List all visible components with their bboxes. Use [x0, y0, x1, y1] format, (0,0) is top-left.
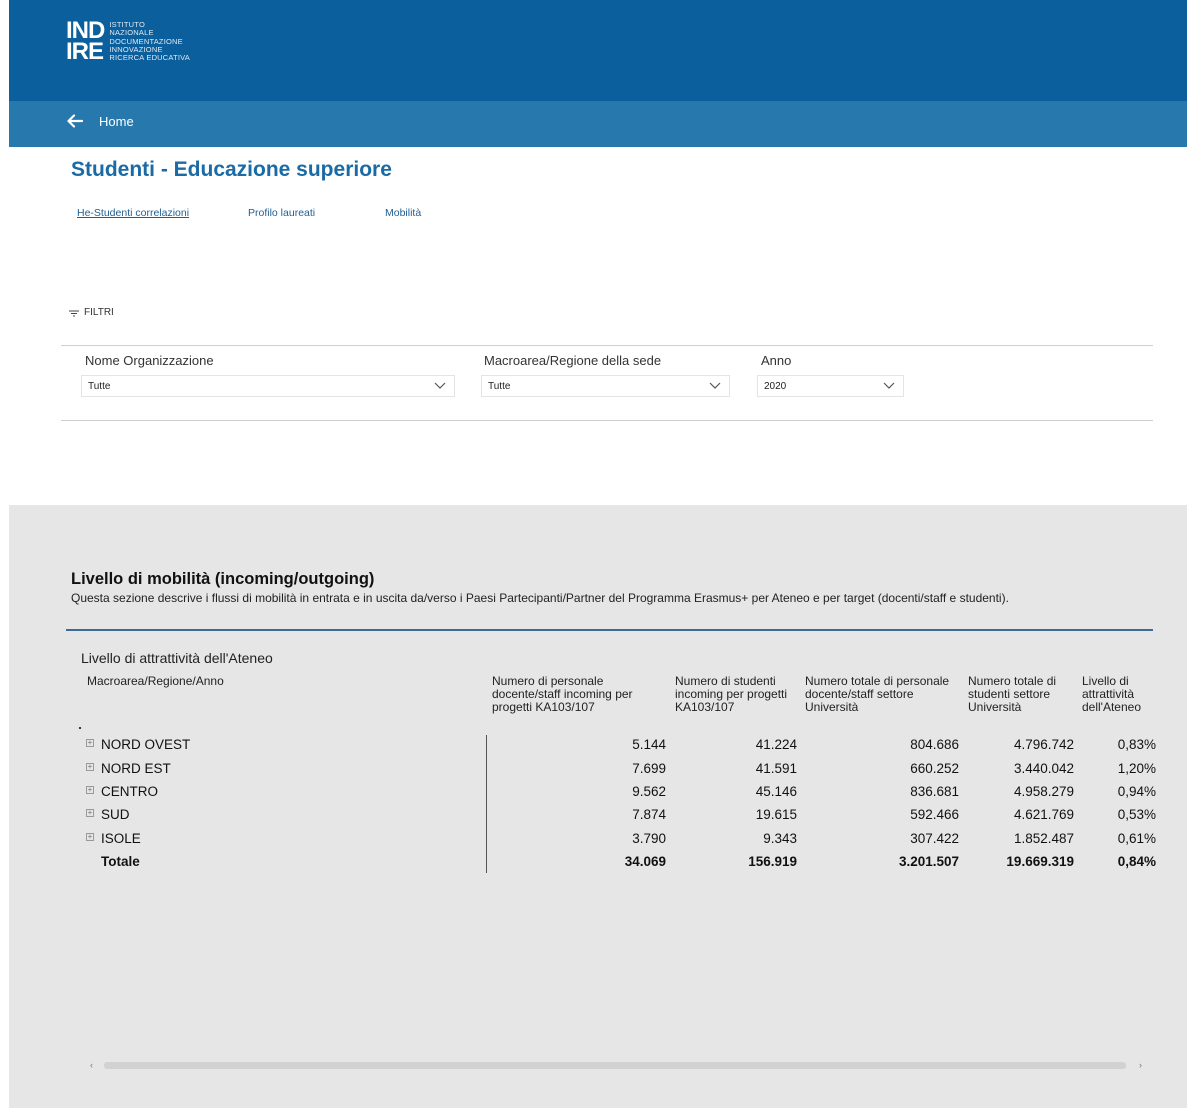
cell-value: 0,94%: [1117, 784, 1156, 799]
filter-label-anno: Anno: [761, 353, 792, 368]
macroarea-select[interactable]: Tutte: [481, 375, 730, 397]
cell-value: 41.591: [755, 761, 797, 776]
total-value: 0,84%: [1117, 854, 1156, 869]
home-back-button[interactable]: Home: [67, 113, 134, 129]
cell-value: 0,61%: [1117, 831, 1156, 846]
filter-label-organizzazione: Nome Organizzazione: [85, 353, 214, 368]
section-description: Questa sezione descrive i flussi di mobi…: [71, 591, 1009, 605]
cell-value: 9.343: [763, 831, 797, 846]
table-total-row: Totale 34.069 156.919 3.201.507 19.669.3…: [0, 854, 1187, 874]
logo-subtitle: ISTITUTO NAZIONALE DOCUMENTAZIONE INNOVA…: [109, 20, 190, 63]
anno-value: 2020: [764, 381, 787, 392]
cell-value: 4.796.742: [1013, 737, 1074, 752]
anno-select[interactable]: 2020: [757, 375, 904, 397]
filters-label: FILTRI: [84, 307, 114, 318]
table-row: + SUD 7.874 19.615 592.466 4.621.769 0,5…: [0, 807, 1187, 827]
column-header-personale-incoming[interactable]: Numero di personale docente/staff incomi…: [492, 675, 667, 714]
home-label: Home: [99, 113, 134, 129]
expand-icon[interactable]: +: [86, 739, 94, 747]
table-title: Livello di attrattività dell'Ateneo: [81, 650, 273, 666]
tab-mobilita[interactable]: Mobilità: [385, 207, 421, 219]
row-name[interactable]: NORD EST: [101, 761, 171, 776]
total-value: 19.669.319: [1006, 854, 1074, 869]
table-row: + ISOLE 3.790 9.343 307.422 1.852.487 0,…: [0, 831, 1187, 851]
cell-value: 7.699: [632, 761, 666, 776]
indire-logo[interactable]: IND IRE ISTITUTO NAZIONALE DOCUMENTAZION…: [66, 19, 190, 65]
filters-top-divider: [61, 345, 1153, 346]
cell-value: 1,20%: [1117, 761, 1156, 776]
cell-value: 592.466: [910, 807, 959, 822]
tab-he-studenti-correlazioni[interactable]: He-Studenti correlazioni: [77, 207, 189, 219]
arrow-left-icon: [67, 114, 83, 128]
chevron-down-icon: [709, 382, 721, 389]
organizzazione-value: Tutte: [88, 381, 111, 392]
filter-icon: [69, 309, 79, 317]
cell-value: 3.790: [632, 831, 666, 846]
cell-value: 45.146: [755, 784, 797, 799]
cell-value: 41.224: [755, 737, 797, 752]
section-divider: [66, 629, 1153, 631]
cell-value: 0,53%: [1117, 807, 1156, 822]
scroll-right-icon[interactable]: ›: [1139, 1060, 1142, 1070]
organizzazione-select[interactable]: Tutte: [81, 375, 455, 397]
cell-value: 0,83%: [1117, 737, 1156, 752]
cell-value: 7.874: [632, 807, 666, 822]
scroll-left-icon[interactable]: ‹: [90, 1060, 93, 1070]
total-value: 156.919: [748, 854, 797, 869]
cell-value: 1.852.487: [1013, 831, 1074, 846]
filters-bottom-divider: [61, 420, 1153, 421]
chevron-down-icon: [883, 382, 895, 389]
horizontal-scrollbar[interactable]: ‹ ›: [84, 1060, 1152, 1070]
filter-label-macroarea: Macroarea/Regione della sede: [484, 353, 662, 368]
logo-text-line2: IRE: [66, 38, 104, 65]
cell-value: 660.252: [910, 761, 959, 776]
scrollbar-thumb[interactable]: [104, 1062, 1126, 1069]
row-name[interactable]: NORD OVEST: [101, 737, 190, 752]
table-marker: [79, 727, 81, 729]
cell-value: 19.615: [755, 807, 797, 822]
total-value: 3.201.507: [898, 854, 959, 869]
expand-icon[interactable]: +: [86, 763, 94, 771]
total-label: Totale: [101, 854, 140, 869]
table-row: + NORD OVEST 5.144 41.224 804.686 4.796.…: [0, 737, 1187, 757]
total-value: 34.069: [624, 854, 666, 869]
page-title: Studenti - Educazione superiore: [71, 158, 392, 181]
table-row: + NORD EST 7.699 41.591 660.252 3.440.04…: [0, 761, 1187, 781]
nav-bar: Home: [9, 101, 1187, 147]
cell-value: 804.686: [910, 737, 959, 752]
column-header-macroarea[interactable]: Macroarea/Regione/Anno: [87, 675, 387, 688]
cell-value: 5.144: [632, 737, 666, 752]
column-header-studenti-incoming[interactable]: Numero di studenti incoming per progetti…: [675, 675, 800, 714]
row-name[interactable]: ISOLE: [101, 831, 141, 846]
cell-value: 836.681: [910, 784, 959, 799]
cell-value: 9.562: [632, 784, 666, 799]
cell-value: 3.440.042: [1013, 761, 1074, 776]
column-header-attrattivita[interactable]: Livello di attrattività dell'Ateneo: [1082, 675, 1162, 714]
expand-icon[interactable]: +: [86, 809, 94, 817]
filters-toggle[interactable]: FILTRI: [68, 307, 114, 318]
cell-value: 4.621.769: [1013, 807, 1074, 822]
column-header-studenti-totale[interactable]: Numero totale di studenti settore Univer…: [968, 675, 1080, 714]
expand-icon[interactable]: +: [86, 833, 94, 841]
tab-profilo-laureati[interactable]: Profilo laureati: [248, 207, 315, 219]
section-title: Livello di mobilità (incoming/outgoing): [71, 570, 375, 588]
macroarea-value: Tutte: [488, 381, 511, 392]
chevron-down-icon: [434, 382, 446, 389]
header-bar: IND IRE ISTITUTO NAZIONALE DOCUMENTAZION…: [9, 0, 1187, 101]
table-row: + CENTRO 9.562 45.146 836.681 4.958.279 …: [0, 784, 1187, 804]
row-name[interactable]: CENTRO: [101, 784, 158, 799]
expand-icon[interactable]: +: [86, 786, 94, 794]
cell-value: 307.422: [910, 831, 959, 846]
cell-value: 4.958.279: [1013, 784, 1074, 799]
row-name[interactable]: SUD: [101, 807, 130, 822]
column-header-personale-totale[interactable]: Numero totale di personale docente/staff…: [805, 675, 963, 714]
